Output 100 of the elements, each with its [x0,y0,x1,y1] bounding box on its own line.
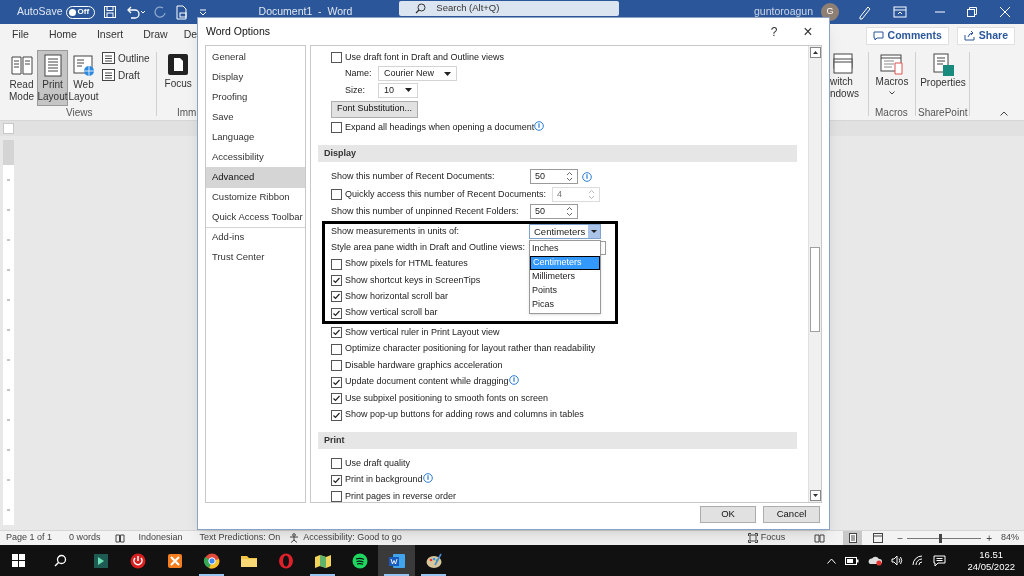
spinner-arrows-icon [566,206,573,218]
checkbox[interactable] [331,122,342,134]
nav-item[interactable]: Add-ins [206,227,305,247]
checkbox[interactable] [331,491,342,502]
dropdown-option[interactable]: Picas [530,298,600,313]
ribbon-tab[interactable]: Home [48,25,77,47]
units-dropdown[interactable]: Centimeters [529,224,601,240]
focus-icon[interactable] [747,533,758,543]
close-icon[interactable] [1000,7,1010,17]
zoom-in-button[interactable]: + [986,530,992,546]
view-button[interactable]: Read Mode [6,50,37,106]
search-field[interactable]: Search (Alt+Q) [399,1,620,16]
option-label: Disable hardware graphics acceleration [345,358,503,372]
dropdown-option[interactable]: Inches [530,242,600,257]
save-icon[interactable] [102,5,117,19]
checked-checkbox[interactable] [331,327,342,339]
switch-windows-button[interactable]: witch ndows [830,50,862,106]
view-button[interactable]: Print Layout [37,50,68,106]
nav-item[interactable]: Language [206,127,305,147]
checkbox[interactable] [331,51,342,63]
scroll-down-icon[interactable] [809,490,821,501]
search-icon[interactable] [54,554,67,567]
checked-checkbox[interactable] [331,275,342,287]
spin-field[interactable]: 50 [530,169,578,185]
zoom-percent[interactable]: 84% [1001,531,1019,545]
ribbon-tab[interactable]: Insert [96,25,124,47]
nav-item[interactable]: Save [206,107,305,127]
share-icon [963,31,975,41]
view-button[interactable]: Web Layout [68,50,99,106]
ribbon-display-icon[interactable] [893,6,907,18]
battery-icon[interactable] [845,556,860,565]
customize-caret-icon[interactable] [198,8,207,16]
notification-icon[interactable] [933,554,947,567]
field-label: Style area pane width in Draft and Outline views: [331,241,527,255]
spin-field[interactable]: 50 [530,204,578,220]
nav-item[interactable]: Trust Center [206,247,305,267]
accessibility-status[interactable]: Accessibility: Good to go [303,531,402,545]
word-count[interactable]: 0 words [69,531,101,545]
pen-icon[interactable] [857,4,873,20]
field-label: Show measurements in units of: [331,224,461,238]
checked-checkbox[interactable] [331,291,342,303]
ribbon-tab[interactable]: File [12,25,29,47]
nav-item[interactable]: Customize Ribbon [206,187,305,207]
restore-icon[interactable] [967,7,977,17]
properties-button[interactable]: Properties [920,50,966,106]
scroll-bar[interactable] [808,46,821,502]
view-button[interactable]: Draft [102,68,150,82]
web-layout-icon[interactable] [873,533,884,543]
dropdown-option[interactable]: Millimeters [530,270,600,285]
comments-button[interactable]: Comments [865,27,949,45]
focus-mode-button[interactable]: Focus [760,531,786,545]
checked-checkbox[interactable] [331,393,342,405]
help-button[interactable]: ? [767,22,781,41]
checked-checkbox[interactable] [331,307,342,319]
ok-button[interactable]: OK [700,506,756,523]
text-predictions-status[interactable]: Text Predictions: On [199,531,281,545]
nav-item[interactable]: General [206,47,305,67]
language-status[interactable]: Indonesian [138,531,183,545]
print-preview-icon[interactable] [174,4,189,20]
dropdown-field[interactable]: 10 [378,82,418,98]
nav-item[interactable]: Display [206,67,305,87]
macros-button[interactable]: Macros [872,50,912,106]
chevron-up-icon[interactable] [827,557,837,564]
checked-checkbox[interactable] [331,376,342,388]
checkbox[interactable] [331,360,342,372]
speaker-icon[interactable] [891,555,904,566]
book-check-icon[interactable] [114,533,125,543]
share-button[interactable]: Share [956,27,1015,45]
windows-icon[interactable] [12,554,25,567]
checkbox[interactable] [331,458,342,470]
focus-button[interactable]: Focus [162,50,194,106]
checked-checkbox[interactable] [331,474,342,486]
dropdown-field[interactable]: Courier New [378,66,457,82]
scroll-thumb[interactable] [810,247,820,332]
ribbon-tab[interactable]: Draw [143,25,168,47]
scroll-up-icon[interactable] [809,47,821,58]
cloud-error-icon[interactable] [868,555,883,566]
print-layout-button[interactable] [843,531,863,545]
taskbar-button[interactable] [378,545,415,576]
zoom-thumb[interactable] [938,533,942,543]
close-button[interactable]: × [801,23,815,40]
zoom-out-button[interactable]: − [897,530,904,546]
undo-icon[interactable] [125,5,146,19]
font-substitution-button[interactable]: Font Substitution... [331,100,419,118]
read-mode-icon[interactable] [814,533,826,543]
nav-item[interactable]: Quick Access Toolbar [206,207,305,227]
nav-item[interactable]: Accessibility [206,147,305,167]
page-count[interactable]: Page 1 of 1 [6,531,53,545]
checked-checkbox[interactable] [331,409,342,421]
clock[interactable]: 16.51 24/05/2022 [967,548,1015,573]
dropdown-option[interactable]: Points [530,284,600,299]
cancel-button[interactable]: Cancel [763,506,820,523]
nav-item[interactable]: Proofing [206,87,305,107]
ribbon-tab[interactable]: De [183,25,198,47]
checkbox[interactable] [331,258,342,270]
collapse-caret-icon[interactable] [1000,111,1008,116]
nav-item[interactable]: Advanced [206,167,305,187]
checkbox[interactable] [331,343,342,355]
wifi-icon[interactable] [912,555,925,566]
view-button[interactable]: Outline [102,51,150,65]
